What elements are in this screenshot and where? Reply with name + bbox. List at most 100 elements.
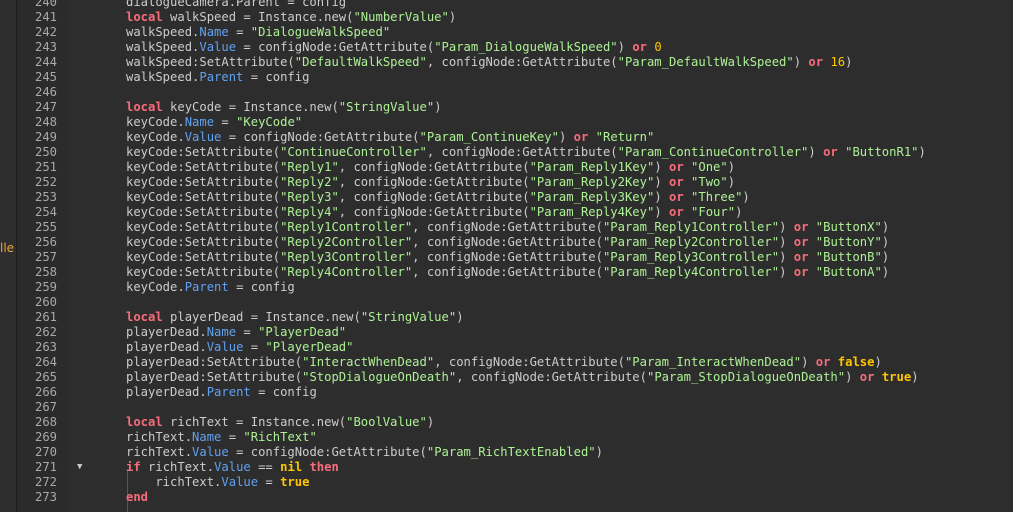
code-line[interactable]: 265 playerDead:SetAttribute("StopDialogue… <box>17 370 1013 385</box>
line-number: 273 <box>34 490 57 504</box>
code-token: , configNode:GetAttribute( <box>456 370 647 384</box>
code-token: or <box>823 145 838 159</box>
code-token: keyCode = Instance.new( <box>162 100 339 114</box>
code-editor[interactable]: 240 dialogueCamera.Parent = config 241 loca… <box>17 0 1013 512</box>
code-token: true <box>280 475 310 489</box>
code-line[interactable]: 258 keyCode:SetAttribute("Reply4Controlle… <box>17 265 1013 280</box>
code-line[interactable]: 263 playerDead.Value = "PlayerDead" <box>17 340 1013 355</box>
code-token: ) <box>779 220 794 234</box>
code-token: "RichText" <box>243 430 317 444</box>
code-token: ) <box>911 370 919 384</box>
code-line[interactable]: 243 walkSpeed.Value = configNode:GetAttri… <box>17 40 1013 55</box>
line-number: 262 <box>34 325 57 339</box>
code-token: local <box>126 10 163 24</box>
code-token: keyCode:SetAttribute( <box>126 205 281 219</box>
code-token: "NumberValue" <box>353 10 449 24</box>
code-line[interactable]: 242 walkSpeed.Name = "DialogueWalkSpeed" <box>17 25 1013 40</box>
code-token: richText. <box>140 460 215 474</box>
code-token: ) <box>742 190 750 204</box>
code-token: false <box>837 355 875 369</box>
code-line[interactable]: 262 playerDead.Name = "PlayerDead" <box>17 325 1013 340</box>
code-token: ) <box>426 415 435 429</box>
code-line[interactable]: 266 playerDead.Parent = config <box>17 385 1013 400</box>
code-token: Value <box>206 340 244 354</box>
code-line[interactable]: 260 <box>17 295 1013 310</box>
code-token: "Param_ContinueKey" <box>419 130 559 144</box>
code-token: "Param_DialogueWalkSpeed" <box>434 40 618 54</box>
code-line[interactable]: 272 richText.Value = true <box>17 475 1013 490</box>
code-token: keyCode:SetAttribute( <box>126 265 281 279</box>
code-line[interactable]: 245 walkSpeed.Parent = config <box>17 70 1013 85</box>
code-line[interactable]: 247 local keyCode = Instance.new("StringV… <box>17 100 1013 115</box>
code-line[interactable]: 267 <box>17 400 1013 415</box>
code-token: Value <box>199 40 237 54</box>
code-token: ) <box>779 250 794 264</box>
code-line[interactable]: 253 keyCode:SetAttribute("Reply3", config… <box>17 190 1013 205</box>
code-token: , configNode:GetAttribute( <box>412 235 603 249</box>
code-token: playerDead. <box>126 385 207 399</box>
code-token: = config <box>243 70 310 84</box>
code-token: or <box>793 220 809 234</box>
code-line[interactable]: 264 playerDead:SetAttribute("InteractWhen… <box>17 355 1013 370</box>
line-number: 260 <box>34 295 57 309</box>
code-line[interactable]: 257 keyCode:SetAttribute("Reply3Controlle… <box>17 250 1013 265</box>
code-token: end <box>126 490 149 504</box>
code-line[interactable]: 273 end <box>17 490 1013 505</box>
code-line[interactable]: 271 ▼ if richText.Value == nil then <box>17 460 1013 475</box>
code-token: or <box>808 55 824 69</box>
code-line[interactable]: 268 local richText = Instance.new("BoolVa… <box>17 415 1013 430</box>
code-token: = configNode:GetAttribute( <box>228 445 427 459</box>
code-line[interactable]: 261 local playerDead = Instance.new("Stri… <box>17 310 1013 325</box>
code-token: keyCode:SetAttribute( <box>126 235 281 249</box>
code-line[interactable]: 241 local walkSpeed = Instance.new("Numbe… <box>17 10 1013 25</box>
code-line[interactable]: 249 keyCode.Value = configNode:GetAttribu… <box>17 130 1013 145</box>
code-text: keyCode.Name = "KeyCode" <box>126 115 302 130</box>
fold-toggle-icon[interactable]: ▼ <box>77 460 82 475</box>
code-token: ) <box>779 235 794 249</box>
code-token: dialogueCamera.Parent = config <box>126 0 347 9</box>
code-token: "Reply1Controller" <box>280 220 413 234</box>
code-text: if richText.Value == nil then <box>126 460 339 475</box>
line-number: 251 <box>34 160 57 174</box>
code-line[interactable]: 259 keyCode.Parent = config <box>17 280 1013 295</box>
code-text: playerDead:SetAttribute("InteractWhenDea… <box>126 355 882 370</box>
code-token: Parent <box>199 70 244 84</box>
code-text: keyCode:SetAttribute("Reply1", configNod… <box>126 160 735 175</box>
code-token: ) <box>434 100 442 114</box>
line-number: 250 <box>34 145 57 159</box>
code-line[interactable]: 254 keyCode:SetAttribute("Reply4", config… <box>17 205 1013 220</box>
code-token: playerDead. <box>126 325 207 339</box>
code-text: keyCode:SetAttribute("Reply3Controller",… <box>126 250 889 265</box>
code-line[interactable]: 252 keyCode:SetAttribute("Reply2", config… <box>17 175 1013 190</box>
code-line[interactable]: 256 keyCode:SetAttribute("Reply2Controlle… <box>17 235 1013 250</box>
code-line[interactable]: 269 richText.Name = "RichText" <box>17 430 1013 445</box>
code-token: "Reply2Controller" <box>280 235 413 249</box>
code-line[interactable]: 244 walkSpeed:SetAttribute("DefaultWalkSp… <box>17 55 1013 70</box>
code-token: keyCode. <box>126 280 185 294</box>
line-number: 264 <box>34 355 57 369</box>
code-token: "Param_DefaultWalkSpeed" <box>617 55 794 69</box>
code-line[interactable]: 251 keyCode:SetAttribute("Reply1", config… <box>17 160 1013 175</box>
line-number: 240 <box>34 0 57 9</box>
code-token: "ButtonY" <box>815 235 882 249</box>
code-line[interactable]: 246 <box>17 85 1013 100</box>
code-text: keyCode:SetAttribute("Reply4", configNod… <box>126 205 742 220</box>
code-token: "Four" <box>691 205 736 219</box>
code-text: keyCode:SetAttribute("Reply3", configNod… <box>126 190 750 205</box>
code-line[interactable]: 270 richText.Value = configNode:GetAttrib… <box>17 445 1013 460</box>
code-line[interactable]: 248 keyCode.Name = "KeyCode" <box>17 115 1013 130</box>
code-line[interactable]: 240 dialogueCamera.Parent = config <box>17 0 1013 10</box>
code-token: "DialogueWalkSpeed" <box>250 25 391 39</box>
code-line[interactable]: 250 keyCode:SetAttribute("ContinueControl… <box>17 145 1013 160</box>
code-token: "Param_Reply3Controller" <box>602 250 780 264</box>
line-number: 266 <box>34 385 57 399</box>
code-line[interactable]: 255 keyCode:SetAttribute("Reply1Controlle… <box>17 220 1013 235</box>
code-token: ) <box>595 445 603 459</box>
code-token: , configNode:GetAttribute( <box>412 250 603 264</box>
code-token: or <box>793 235 809 249</box>
code-token: "Reply3Controller" <box>280 250 413 264</box>
code-token: "Param_StopDialogueOnDeath" <box>646 370 846 384</box>
code-text: walkSpeed.Value = configNode:GetAttribut… <box>126 40 662 55</box>
line-number: 268 <box>34 415 57 429</box>
